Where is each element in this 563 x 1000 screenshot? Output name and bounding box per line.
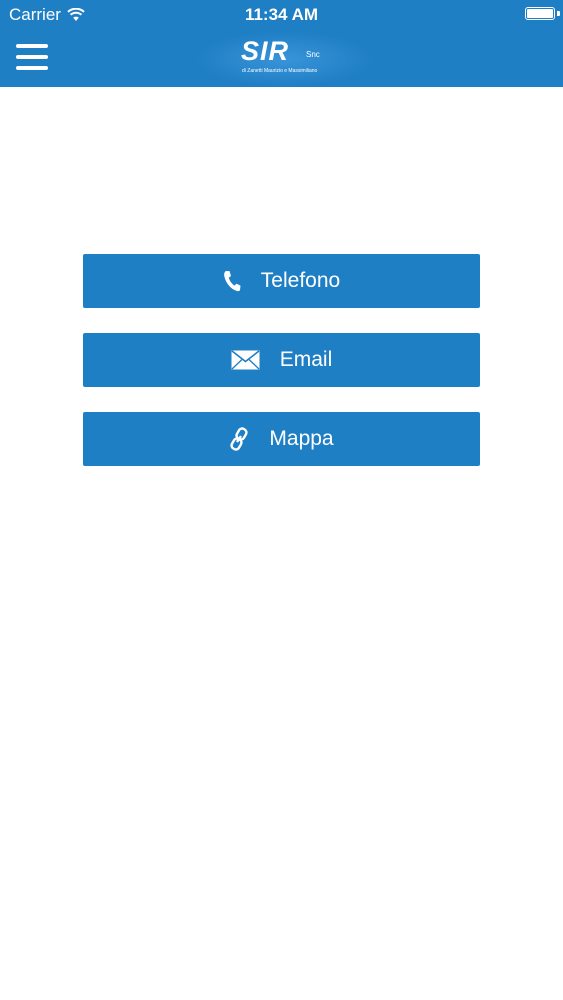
app-header: Carrier 11:34 AM SIR Snc di Zanetti Maur… [0, 0, 563, 87]
phone-icon [223, 270, 241, 292]
navigation-bar: SIR Snc di Zanetti Maurizio e Massimilia… [0, 30, 563, 87]
logo-subtitle: di Zanetti Maurizio e Massimiliano [242, 68, 318, 74]
status-time: 11:34 AM [244, 5, 319, 24]
mail-icon [231, 350, 260, 370]
mappa-label: Mappa [269, 427, 334, 450]
mappa-button[interactable]: Mappa [83, 412, 480, 466]
logo-title: SIR [241, 36, 290, 66]
status-bar: Carrier 11:34 AM [0, 0, 563, 30]
telefono-button[interactable]: Telefono [83, 254, 480, 308]
battery-tip [557, 11, 560, 16]
hamburger-menu-button[interactable] [16, 44, 48, 70]
email-label: Email [279, 348, 333, 371]
logo-suffix: Snc [306, 50, 320, 59]
battery-icon [525, 7, 555, 20]
sir-logo: SIR Snc di Zanetti Maurizio e Massimilia… [196, 32, 372, 86]
email-button[interactable]: Email [83, 333, 480, 387]
link-icon [229, 427, 249, 451]
telefono-label: Telefono [260, 269, 341, 292]
